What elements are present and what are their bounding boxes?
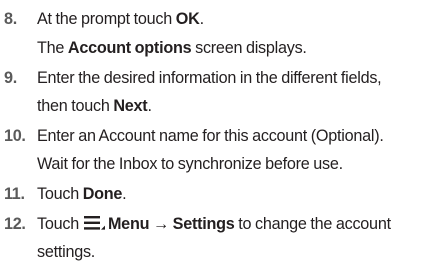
text-run: then touch bbox=[37, 97, 114, 115]
text-run: . bbox=[199, 10, 205, 28]
step-number: 10. bbox=[4, 127, 26, 145]
step-text: Enter an Account name for this account (… bbox=[37, 122, 443, 178]
text-line: Wait for the Inbox to synchronize before… bbox=[37, 155, 343, 173]
text-line: settings. bbox=[37, 243, 96, 261]
step-text: Touch Menu → Settings to change the accou… bbox=[37, 210, 443, 266]
step-10: 10. Enter an Account name for this accou… bbox=[4, 122, 443, 178]
step-number: 11. bbox=[4, 185, 25, 203]
text-run: . bbox=[122, 185, 127, 203]
text-run: The bbox=[37, 39, 68, 57]
text-run: At the prompt touch bbox=[37, 10, 176, 28]
step-text: Enter the desired information in the dif… bbox=[37, 64, 443, 120]
bold-term-next: Next bbox=[113, 97, 148, 115]
step-12: 12. Touch Menu → Settings to change the a… bbox=[4, 210, 443, 266]
text-run: . bbox=[147, 97, 152, 115]
step-number: 12. bbox=[4, 215, 26, 233]
step-text: Touch Done. bbox=[37, 180, 443, 208]
text-run: Touch bbox=[37, 215, 79, 233]
step-number: 9. bbox=[4, 69, 17, 87]
step-number: 8. bbox=[4, 10, 17, 28]
text-run: Touch bbox=[37, 185, 83, 203]
step-8: 8. At the prompt touch OK. bbox=[4, 5, 443, 33]
step-text: At the prompt touch OK. bbox=[37, 5, 443, 33]
text-line: Enter the desired information in the dif… bbox=[37, 69, 382, 87]
menu-icon bbox=[83, 216, 105, 230]
bold-term-account-options: Account options bbox=[67, 39, 192, 57]
arrow-icon: → bbox=[152, 215, 169, 233]
bold-term-done: Done bbox=[82, 185, 123, 203]
step-8-result: The Account options screen displays. bbox=[37, 34, 443, 62]
bold-term-menu: Menu bbox=[107, 215, 150, 233]
step-9: 9. Enter the desired information in the … bbox=[4, 64, 443, 120]
step-11: 11. Touch Done. bbox=[4, 180, 443, 208]
bold-term-settings: Settings bbox=[172, 215, 235, 233]
bold-term-ok: OK bbox=[175, 10, 200, 28]
instruction-page: 8. At the prompt touch OK. The Account o… bbox=[0, 0, 447, 279]
text-run: to change the account bbox=[238, 215, 391, 233]
text-run: screen displays. bbox=[191, 39, 307, 57]
text-line: Enter an Account name for this account (… bbox=[37, 127, 384, 145]
